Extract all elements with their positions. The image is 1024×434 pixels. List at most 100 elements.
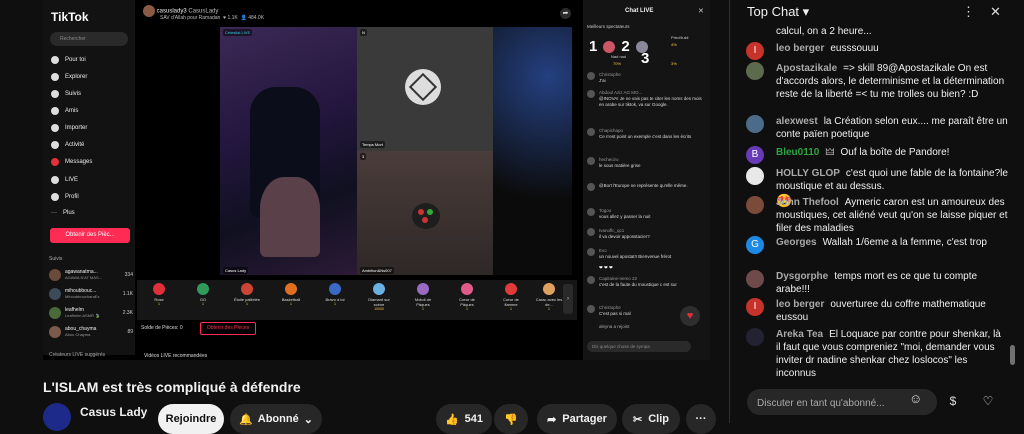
clip-button[interactable]: ✂ Clip	[622, 404, 680, 434]
avatar[interactable]: B	[746, 146, 764, 164]
more-vert-icon[interactable]: ⋮	[962, 4, 975, 20]
close-icon[interactable]: ✕	[990, 4, 1001, 20]
guest-video-panel[interactable]: 3 Ambition&Ns007	[357, 151, 493, 275]
avatar	[143, 5, 155, 17]
nav-label: Explorer	[65, 74, 88, 80]
suivi-item[interactable]: abou_chayma Abou Chayma 89	[49, 326, 133, 338]
nav-amis[interactable]: Amis	[51, 107, 78, 115]
message-author[interactable]: Bleu0110	[776, 147, 819, 158]
message-author[interactable]: Georges	[776, 237, 817, 248]
nav-profil[interactable]: Profil	[51, 193, 79, 201]
subscribed-button[interactable]: 🔔 Abonné ⌄	[230, 404, 322, 434]
heart-outline-icon[interactable]: ♡	[976, 390, 1000, 412]
tiktok-chat-message: @Bort l'Europe ne représente qu'elle mêm…	[587, 183, 705, 191]
panel-name: Ambition&Ns007	[360, 267, 394, 274]
chat-input[interactable]	[755, 389, 909, 417]
chat-message: G Georges Wallah 1/6eme a la femme, c'est…	[746, 236, 1008, 254]
gift-item[interactable]: Diamant sur scène 10000	[365, 283, 393, 311]
chat-message: Areka Tea El Loquace par contre pour shen…	[746, 328, 1008, 380]
suivi-item[interactable]: mihoubbouc... MihoubboucharaEx 1.1K	[49, 288, 133, 300]
streamer	[260, 177, 320, 257]
message-author[interactable]: leo berger	[776, 43, 824, 54]
bravo-icon	[329, 283, 341, 295]
gift-name: Motoli de Pâques	[414, 297, 432, 307]
gift-cost: 1	[334, 302, 336, 306]
channel-avatar[interactable]	[43, 403, 71, 431]
host-video-panel[interactable]: Celestial LIVE Casus Lady	[220, 27, 357, 275]
channel-name[interactable]: Casus Lady	[80, 405, 147, 419]
nav-activite[interactable]: Activité	[51, 141, 84, 149]
gift-item[interactable]: Cœur de flamme 1	[497, 283, 525, 311]
nav-messages[interactable]: Messages	[51, 158, 92, 166]
heart-icon[interactable]: ♥	[680, 306, 700, 326]
panel-tag: N	[360, 29, 367, 36]
close-icon[interactable]: ✕	[698, 7, 704, 15]
super-chat-icon[interactable]: $	[941, 390, 965, 412]
avatar[interactable]	[746, 167, 764, 185]
gift-cost: 1	[246, 302, 248, 306]
join-button[interactable]: Rejoindre	[158, 404, 224, 434]
gift-cost: 1	[202, 302, 204, 306]
suivi-item[interactable]: agawanatma... AGAWA N'AT MAS... 334	[49, 269, 133, 281]
thumb-up-icon: 👍	[444, 413, 459, 426]
share-button[interactable]: ➦ Partager	[537, 404, 617, 434]
gift-item[interactable]: Basketball 1	[277, 283, 305, 306]
message-author[interactable]: HOLLY GLOP	[776, 168, 840, 179]
suivi-item[interactable]: leafhelm Leafhelm ASMR 🍃 2.3K	[49, 307, 133, 319]
chat-scrollbar[interactable]	[1010, 345, 1015, 365]
avatar[interactable]	[746, 270, 764, 288]
more-button[interactable]: ···	[686, 404, 716, 434]
more-icon: ···	[51, 210, 57, 216]
flame-heart-icon	[505, 283, 517, 295]
dislike-button[interactable]: 👎	[494, 404, 528, 434]
chat-message: Dysgorphe temps mort es ce que tu compte …	[746, 270, 1008, 296]
message-author[interactable]: Apostazikale	[776, 63, 837, 74]
chevron-down-icon: ▾	[802, 4, 810, 19]
nav-plus[interactable]: ··· Plus	[51, 210, 75, 216]
nav-explorer[interactable]: Explorer	[51, 73, 87, 81]
avatar[interactable]: I	[746, 42, 764, 60]
scissors-icon: ✂	[633, 413, 643, 426]
avatar[interactable]: I	[746, 298, 764, 316]
message-author[interactable]: Dysgorphe	[776, 271, 828, 282]
gift-item[interactable]: GG 1	[189, 283, 217, 306]
tiktok-search-input[interactable]: Rechercher	[50, 32, 128, 46]
nav-suivis[interactable]: Suivis	[51, 90, 81, 98]
obtenir-pieces-button[interactable]: Obtenir des Pièc...	[50, 228, 130, 243]
chevron-down-icon: ⌄	[303, 413, 313, 426]
gift-name: Diamant sur scène	[368, 297, 390, 307]
obtenir-pieces-button-2[interactable]: Obtenir des Pièces	[200, 322, 256, 335]
message-author[interactable]: Areka Tea	[776, 329, 823, 340]
gift-item[interactable]: Cœur de Pâques 1	[453, 283, 481, 311]
guest-video-panel[interactable]: N Temps Mort	[357, 27, 493, 151]
chat-mode-selector[interactable]: Top Chat ▾	[747, 4, 809, 20]
gift-item[interactable]: Rose 1	[145, 283, 173, 306]
nav-pour-toi[interactable]: Pour toi	[51, 56, 86, 64]
avatar[interactable]	[746, 115, 764, 133]
easter-egg-icon	[417, 283, 429, 295]
diamond-icon	[373, 283, 385, 295]
gift-item[interactable]: Bravo à toi 1	[321, 283, 349, 306]
live-icon	[51, 176, 59, 184]
tiktok-chat-input[interactable]: Dis quelque chose de sympa	[587, 341, 691, 352]
coin-balance: Solde de Pièces: 0	[141, 325, 183, 331]
tiktok-chat-message: Christophe J'ai	[587, 72, 705, 84]
avatar[interactable]	[746, 328, 764, 346]
message-author[interactable]: John Thefool	[776, 197, 839, 208]
nav-live[interactable]: LIVE	[51, 176, 78, 184]
share-icon[interactable]: ➦	[560, 8, 571, 19]
gift-item[interactable]: Étoile pailletée 1	[233, 283, 261, 306]
nav-importer[interactable]: Importer	[51, 124, 87, 132]
like-button[interactable]: 👍 541	[436, 404, 492, 434]
suivi-sub: Leafhelm ASMR 🍃	[65, 313, 100, 318]
avatar[interactable]: G	[746, 236, 764, 254]
emoji-icon[interactable]: ☺	[909, 391, 922, 406]
chevron-right-icon[interactable]: ›	[563, 284, 573, 314]
gift-item[interactable]: Carac avec les de... 1	[535, 283, 563, 311]
avatar[interactable]	[746, 196, 764, 214]
likes-count: 1.1K	[227, 15, 238, 21]
gift-item[interactable]: Motoli de Pâques 1	[409, 283, 437, 311]
message-author[interactable]: leo berger	[776, 299, 824, 310]
message-author[interactable]: alexwest	[776, 116, 818, 127]
avatar[interactable]	[746, 62, 764, 80]
